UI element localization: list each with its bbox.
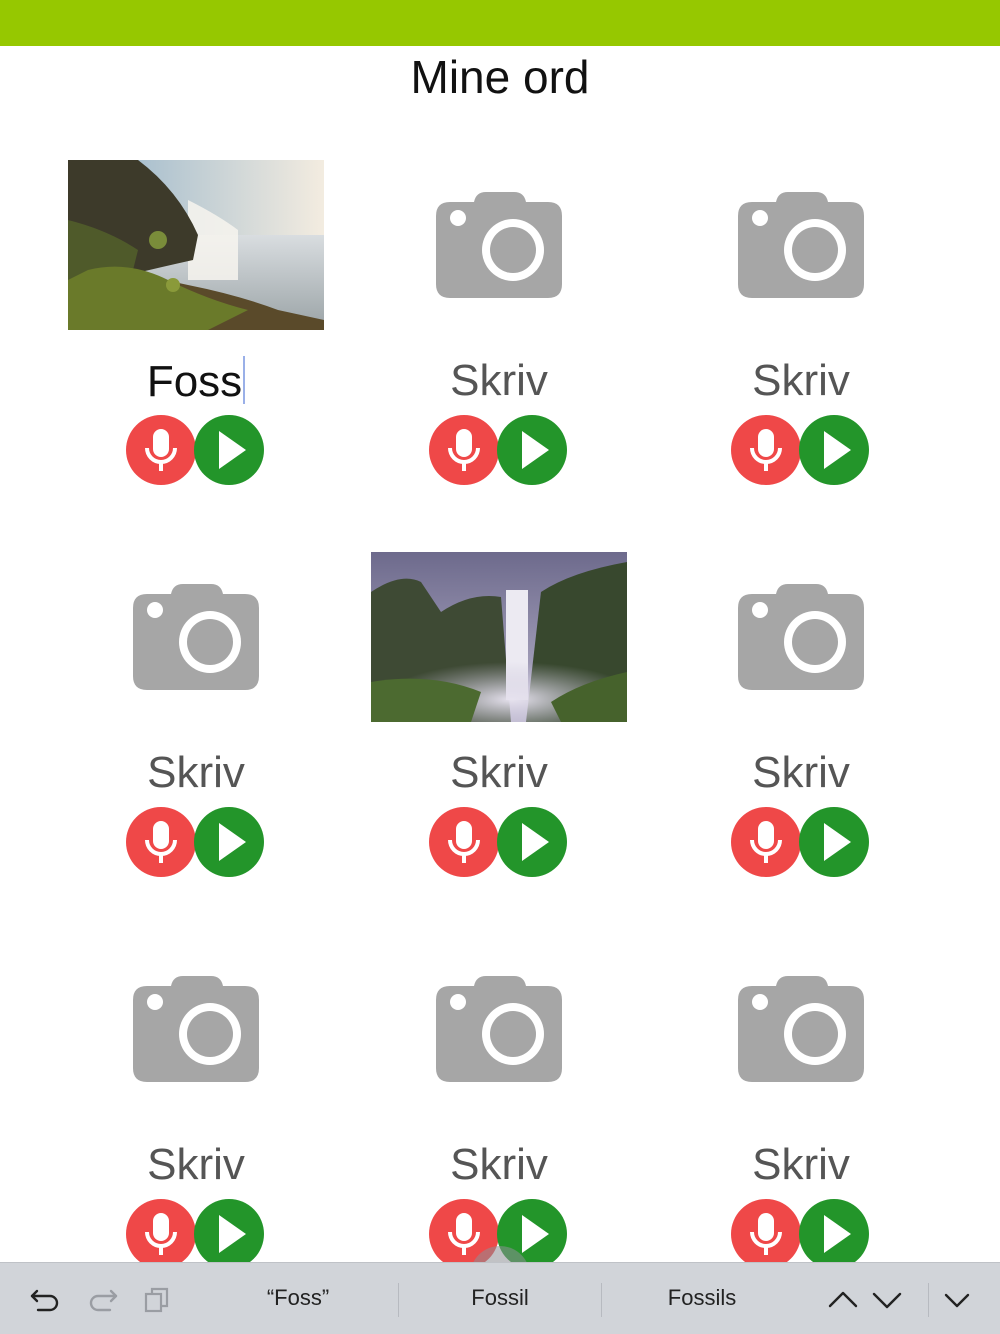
word-text: Skriv — [752, 1140, 850, 1189]
word-text-field[interactable]: Skriv — [45, 1140, 347, 1190]
word-photo[interactable] — [371, 552, 627, 722]
record-button[interactable] — [429, 415, 499, 485]
audio-controls — [731, 1199, 871, 1269]
word-text: Skriv — [450, 748, 548, 797]
word-card: Skriv — [650, 552, 952, 912]
play-button[interactable] — [194, 415, 264, 485]
record-button[interactable] — [731, 415, 801, 485]
suggestion-2[interactable]: Fossil — [400, 1285, 600, 1311]
audio-controls — [731, 415, 871, 485]
word-text: Skriv — [752, 748, 850, 797]
word-text-field[interactable]: Foss — [45, 356, 347, 407]
play-button[interactable] — [194, 807, 264, 877]
audio-controls — [731, 807, 871, 877]
play-button[interactable] — [799, 807, 869, 877]
word-card: Skriv — [348, 552, 650, 912]
play-button[interactable] — [497, 415, 567, 485]
suggestion-3[interactable]: Fossils — [603, 1285, 801, 1311]
suggestion-divider — [398, 1283, 399, 1317]
word-card: Skriv — [650, 160, 952, 520]
play-button[interactable] — [497, 807, 567, 877]
word-text-field[interactable]: Skriv — [348, 356, 650, 406]
audio-controls — [126, 807, 266, 877]
suggestion-quoted[interactable]: “Foss” — [200, 1285, 396, 1311]
dismiss-keyboard-icon[interactable] — [940, 1283, 974, 1317]
suggestion-divider — [601, 1283, 602, 1317]
word-text-field[interactable]: Skriv — [650, 356, 952, 406]
audio-controls — [126, 415, 266, 485]
word-card: Skriv — [348, 160, 650, 520]
word-card: Foss — [45, 160, 347, 520]
record-button[interactable] — [731, 1199, 801, 1269]
record-button[interactable] — [126, 415, 196, 485]
record-button[interactable] — [731, 807, 801, 877]
chevron-up-icon[interactable] — [826, 1283, 860, 1317]
record-button[interactable] — [126, 807, 196, 877]
record-button[interactable] — [126, 1199, 196, 1269]
word-text-field[interactable]: Skriv — [348, 1140, 650, 1190]
camera-icon[interactable] — [68, 552, 324, 722]
word-text: Foss — [146, 357, 243, 406]
word-photo[interactable] — [68, 160, 324, 330]
word-card: Skriv — [650, 944, 952, 1304]
word-text-field[interactable]: Skriv — [650, 748, 952, 798]
word-text: Skriv — [147, 1140, 245, 1189]
word-grid: Foss Skriv Skriv Skriv Skriv Skriv Skriv Skriv S… — [0, 0, 1000, 1334]
word-text-field[interactable]: Skriv — [45, 748, 347, 798]
camera-icon[interactable] — [68, 944, 324, 1114]
camera-icon[interactable] — [371, 944, 627, 1114]
toolbar-divider — [928, 1283, 929, 1317]
audio-controls — [429, 807, 569, 877]
play-button[interactable] — [799, 415, 869, 485]
record-button[interactable] — [429, 807, 499, 877]
audio-controls — [126, 1199, 266, 1269]
text-cursor — [243, 356, 246, 404]
camera-icon[interactable] — [673, 552, 929, 722]
word-text: Skriv — [147, 748, 245, 797]
camera-icon[interactable] — [673, 160, 929, 330]
word-text: Skriv — [752, 356, 850, 405]
word-card: Skriv — [45, 944, 347, 1304]
undo-icon[interactable] — [28, 1283, 62, 1317]
keyboard-shortcut-bar: “Foss” Fossil Fossils — [0, 1262, 1000, 1334]
word-text-field[interactable]: Skriv — [348, 748, 650, 798]
word-text-field[interactable]: Skriv — [650, 1140, 952, 1190]
redo-icon[interactable] — [86, 1283, 120, 1317]
play-button[interactable] — [799, 1199, 869, 1269]
play-button[interactable] — [194, 1199, 264, 1269]
paste-icon[interactable] — [140, 1283, 174, 1317]
word-text: Skriv — [450, 356, 548, 405]
word-text: Skriv — [450, 1140, 548, 1189]
camera-icon[interactable] — [371, 160, 627, 330]
camera-icon[interactable] — [673, 944, 929, 1114]
chevron-down-icon[interactable] — [870, 1283, 904, 1317]
audio-controls — [429, 415, 569, 485]
word-card: Skriv — [45, 552, 347, 912]
